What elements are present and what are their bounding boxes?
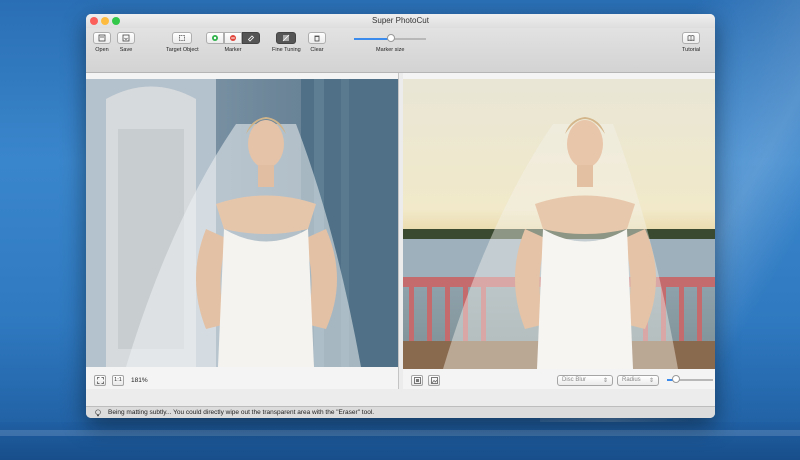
marker-label: Marker — [224, 47, 242, 53]
background-view-button[interactable] — [411, 374, 423, 386]
eraser-icon — [247, 35, 255, 42]
eraser-button[interactable] — [242, 32, 260, 44]
radius-slider[interactable] — [667, 375, 713, 383]
window-controls — [90, 17, 120, 25]
result-image-panel: Disc Blur ⇕ Radius ⇕ — [403, 73, 715, 389]
tutorial-tool[interactable]: Tutorial — [682, 32, 700, 53]
fine-tuning-tool[interactable]: Fine Tuning — [272, 32, 301, 53]
marker-segmented-control — [206, 32, 260, 44]
target-object-label: Target Object — [166, 47, 199, 53]
open-label: Open — [95, 47, 109, 53]
open-button[interactable] — [93, 32, 111, 44]
fine-tuning-icon — [283, 34, 290, 42]
image-frame-icon — [413, 376, 421, 384]
marker-size-slider[interactable] — [354, 34, 426, 42]
left-panel-bottom-bar: 1:1 181% — [86, 371, 398, 389]
crop-icon — [179, 35, 186, 41]
result-photo[interactable] — [403, 79, 715, 369]
marker-tool-group: Marker — [206, 32, 260, 53]
actual-size-button[interactable]: 1:1 — [112, 374, 124, 386]
window-title: Super PhotoCut — [372, 16, 429, 25]
radius-select[interactable]: Radius ⇕ — [617, 374, 659, 386]
target-object-button[interactable] — [172, 32, 193, 44]
replace-image-icon — [430, 376, 438, 384]
status-hint: Being matting subtly... You could direct… — [108, 409, 375, 416]
zoom-level: 181% — [131, 376, 148, 384]
fit-window-icon — [96, 376, 104, 384]
fit-to-window-button[interactable] — [94, 374, 106, 386]
save-tool[interactable]: Save — [117, 32, 135, 53]
marker-size-control: Marker size — [354, 32, 426, 68]
marker-size-slider-knob[interactable] — [387, 34, 395, 42]
remove-marker-button[interactable] — [224, 32, 242, 44]
save-button[interactable] — [117, 32, 135, 44]
target-object-tool[interactable]: Target Object — [166, 32, 199, 53]
minimize-window-button[interactable] — [101, 17, 109, 25]
radius-slider-knob[interactable] — [672, 375, 680, 383]
tutorial-label: Tutorial — [682, 47, 701, 53]
title-bar: Super PhotoCut — [86, 14, 715, 28]
toolbar: Open Save Target Object Marker Fine Tuni… — [86, 28, 715, 73]
open-tool[interactable]: Open — [93, 32, 111, 53]
lightbulb-icon — [95, 409, 101, 417]
blur-type-select[interactable]: Disc Blur ⇕ — [557, 374, 613, 386]
clear-button[interactable] — [308, 32, 326, 44]
clear-label: Clear — [310, 47, 324, 53]
keep-marker-button[interactable] — [206, 32, 224, 44]
close-window-button[interactable] — [90, 17, 98, 25]
plus-circle-icon — [212, 35, 218, 41]
fine-tuning-button[interactable] — [276, 32, 297, 44]
radius-value: Radius — [622, 377, 641, 383]
replace-background-button[interactable] — [428, 374, 440, 386]
fine-tuning-label: Fine Tuning — [272, 47, 301, 53]
select-arrows-icon: ⇕ — [648, 377, 654, 384]
save-icon — [122, 34, 130, 42]
save-label: Save — [119, 47, 133, 53]
clear-tool[interactable]: Clear — [308, 32, 326, 53]
desktop-dock-area — [0, 422, 800, 460]
book-icon — [687, 35, 695, 42]
result-photo-drawing — [403, 117, 715, 369]
original-photo-drawing — [86, 79, 398, 367]
maximize-window-button[interactable] — [112, 17, 120, 25]
trash-icon — [314, 35, 320, 42]
select-arrows-icon: ⇕ — [602, 377, 608, 384]
tutorial-button[interactable] — [682, 32, 701, 44]
right-panel-bottom-bar: Disc Blur ⇕ Radius ⇕ — [403, 371, 715, 389]
radius-slider-area — [667, 375, 713, 384]
open-icon — [98, 34, 106, 42]
original-image-panel: 1:1 181% — [86, 73, 399, 389]
minus-circle-icon — [230, 35, 236, 41]
original-photo[interactable] — [86, 79, 398, 367]
marker-size-label: Marker size — [376, 47, 405, 53]
blur-type-value: Disc Blur — [562, 377, 587, 383]
app-window: Super PhotoCut Open Save Target Object M… — [86, 14, 715, 418]
status-bar: Being matting subtly... You could direct… — [86, 406, 715, 418]
